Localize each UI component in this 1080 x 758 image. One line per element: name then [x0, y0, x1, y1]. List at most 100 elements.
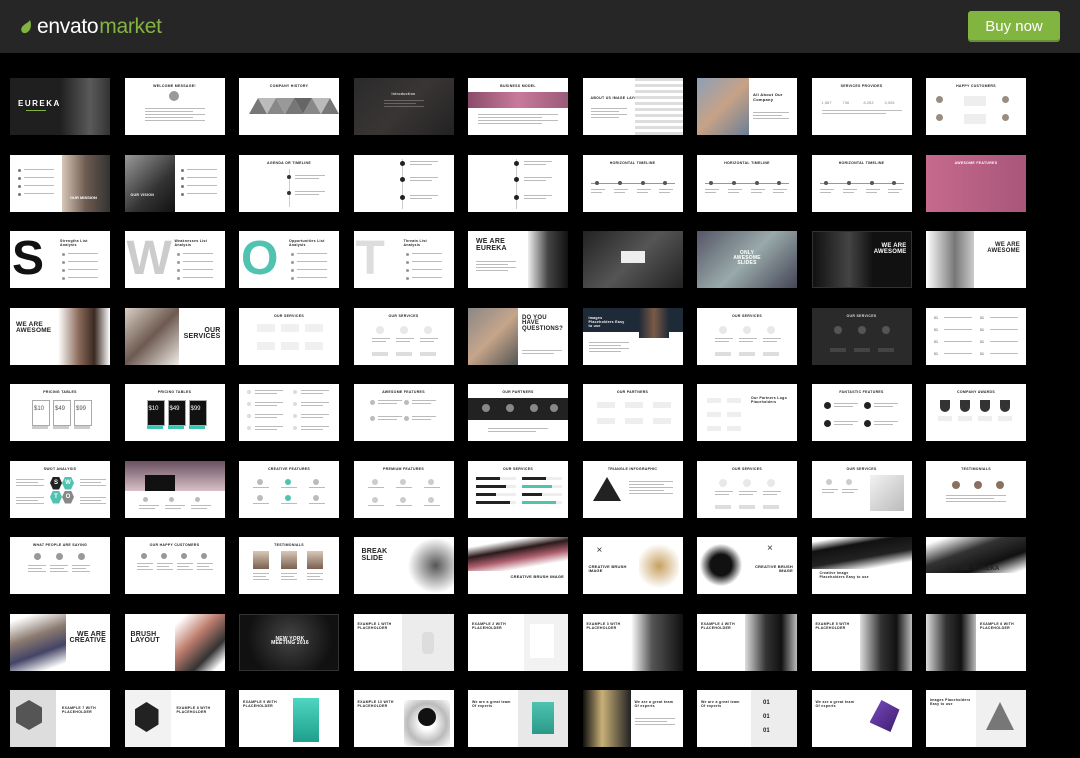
slide-thumbnail[interactable]: W Weaknesses List Analysis: [124, 231, 225, 288]
timeline-node: [399, 194, 405, 200]
slide-thumbnail[interactable]: PREMIUM FEATURES: [353, 460, 454, 518]
slide-thumbnail[interactable]: OUR SERVICES: [353, 307, 454, 365]
slide-thumbnail[interactable]: We are a great team Of experts 01 01 01: [697, 690, 797, 747]
slide-thumbnail[interactable]: PRICING TABLES $10 $49 $99: [10, 384, 110, 441]
service-button: [853, 347, 870, 352]
slide-thumbnail[interactable]: We are a great team Of experts: [582, 690, 683, 747]
slide-thumbnail[interactable]: EXAMPLE 6 WITH PLACEHOLDER: [926, 613, 1026, 671]
slide-thumbnail[interactable]: [124, 460, 225, 518]
slide-thumbnail[interactable]: BUSINESS MODEL: [468, 78, 568, 135]
slide-thumbnail[interactable]: EXAMPLE 8 WITH PLACEHOLDER: [124, 690, 225, 747]
slide-thumbnail[interactable]: ONLY AWESOME SLIDES: [697, 231, 797, 288]
slide-thumbnail[interactable]: COMPANY AWARDS: [926, 384, 1026, 441]
slide-thumbnail[interactable]: AGENDA OR TIMELINE: [239, 154, 339, 212]
text-line: [590, 114, 627, 115]
slide-thumbnail[interactable]: WE ARE EUREKA: [468, 231, 568, 288]
slide-thumbnail[interactable]: EXAMPLE 2 WITH PLACEHOLDER: [468, 613, 568, 671]
slide-thumbnail[interactable]: EXAMPLE 1 WITH PLACEHOLDER: [353, 613, 454, 671]
slide-thumbnail[interactable]: WELCOME MESSAGE!: [124, 78, 225, 135]
slide-thumbnail[interactable]: × CREATIVE BRUSH IMAGE: [697, 537, 797, 594]
slide-thumbnail[interactable]: EXAMPLE 7 WITH PLACEHOLDER: [10, 690, 110, 747]
slide-thumbnail[interactable]: [239, 384, 339, 441]
slide-thumbnail[interactable]: 01 01 01 01 01 01 01 01: [926, 307, 1026, 365]
slide-thumbnail[interactable]: PRICING TABLES $10 $49 $99: [124, 384, 225, 441]
avatar: [952, 480, 960, 489]
slide-thumbnail[interactable]: WE ARE AWESOME: [926, 231, 1026, 288]
list-icon: [247, 414, 251, 418]
slide-thumbnail[interactable]: WE ARE AWESOME: [811, 231, 912, 288]
slide-thumbnail[interactable]: OUR SERVICES: [124, 307, 225, 365]
text-line: [842, 188, 857, 190]
slide-thumbnail[interactable]: FANTASTIC FEATURES: [811, 384, 912, 441]
slide-thumbnail[interactable]: NEW YORK MEETING 2016: [239, 613, 339, 671]
slide-thumbnail[interactable]: OUR VISION: [124, 154, 225, 212]
slide-thumbnail[interactable]: S Strengths List Analysis: [10, 231, 110, 288]
slide-thumbnail[interactable]: COMPANY HISTORY: [239, 78, 339, 135]
bullet: [18, 176, 21, 180]
slide-thumbnail[interactable]: HORIZONTAL TIMELINE: [582, 154, 683, 212]
slide-thumbnail[interactable]: Images Placeholders Easy to use: [926, 690, 1026, 747]
slide-thumbnail[interactable]: TESTIMONIALS: [926, 460, 1026, 518]
slide-thumbnail[interactable]: DO YOU HAVE QUESTIONS?: [468, 307, 568, 365]
slide-thumbnail[interactable]: CREATIVE BRUSH IMAGE: [468, 537, 568, 594]
text-lines: [367, 504, 384, 508]
slide-thumbnail[interactable]: [582, 231, 683, 288]
slide-thumbnail[interactable]: O Opportunities List Analysis: [239, 231, 339, 288]
slide-thumbnail[interactable]: EXAMPLE 4 WITH PLACEHOLDER: [697, 613, 797, 671]
slide-thumbnail[interactable]: × CREATIVE BRUSH IMAGE: [582, 537, 683, 594]
slide-thumbnail[interactable]: Our Partners Logo Placeholders: [697, 384, 797, 441]
service-icon: [845, 478, 852, 485]
buy-now-button[interactable]: Buy now: [968, 11, 1060, 42]
slide-thumbnail[interactable]: Introduction: [353, 78, 454, 135]
slide-thumbnail[interactable]: OUR HAPPY CUSTOMERS: [124, 537, 225, 594]
slide-thumbnail[interactable]: TRIANGLE INFOGRAPHIC: [582, 460, 683, 518]
slide-thumbnail[interactable]: EXAMPLE 5 WITH PLACEHOLDER: [811, 613, 912, 671]
slide-thumbnail[interactable]: OUR SERVICES: [811, 307, 912, 365]
slide-thumbnail[interactable]: OUR SERVICES: [468, 460, 568, 518]
slide-title: PRICING TABLES: [43, 390, 77, 394]
slide-thumbnail[interactable]: OUR SERVICES: [697, 307, 797, 365]
slide-thumbnail[interactable]: SWOT ANALYSIS S W O T: [10, 460, 110, 518]
feature-icon: [863, 402, 871, 409]
slide-thumbnail[interactable]: OUR SERVICES: [811, 460, 912, 518]
slide-thumbnail[interactable]: AWESOME FEATURES: [926, 154, 1026, 212]
slide-thumbnail[interactable]: [468, 154, 568, 212]
slide-thumbnail[interactable]: EUREKA: [10, 78, 110, 135]
slide-thumbnail[interactable]: ABOUT US IMAGE LAYOUT: [582, 78, 683, 135]
slide-thumbnail[interactable]: OUR PARTNERS: [468, 384, 568, 441]
envato-market-logo[interactable]: envato market: [20, 13, 162, 41]
slide-thumbnail[interactable]: WE ARE EUREKA: [926, 537, 1026, 594]
slide-thumbnail[interactable]: [353, 154, 454, 212]
list-number: 01: [980, 327, 984, 332]
slide-thumbnail[interactable]: WE ARE AWESOME: [10, 307, 110, 365]
slide-thumbnail[interactable]: We are a great team Of experts: [468, 690, 568, 747]
slide-thumbnail[interactable]: OUR PARTNERS: [582, 384, 683, 441]
slide-thumbnail[interactable]: AWESOME FEATURES: [353, 384, 454, 441]
slide-thumbnail[interactable]: HORIZONTAL TIMELINE: [811, 154, 912, 212]
slide-thumbnail[interactable]: HAPPY CUSTOMERS: [926, 78, 1026, 135]
slide-thumbnail[interactable]: T Threats List Analysis: [353, 231, 454, 288]
slide-thumbnail[interactable]: HORIZONTAL TIMELINE: [697, 154, 797, 212]
slide-thumbnail[interactable]: Creative Image Placeholders Easy to use: [811, 537, 912, 594]
silhouette: [144, 474, 175, 491]
slide-thumbnail[interactable]: EXAMPLE 9 WITH PLACEHOLDER: [239, 690, 339, 747]
slide-thumbnail[interactable]: Images Placeholders Easy to use: [582, 307, 683, 365]
slide-thumbnail[interactable]: CREATIVE FEATURES: [239, 460, 339, 518]
slide-title: All About Our Company: [753, 92, 783, 102]
slide-thumbnail[interactable]: OUR SERVICES: [239, 307, 339, 365]
slide-thumbnail[interactable]: OUR MISSION: [10, 154, 110, 212]
slide-thumbnail[interactable]: BREAK SLIDE: [353, 537, 454, 594]
text-line: [409, 197, 432, 199]
slide-thumbnail[interactable]: EXAMPLE 3 WITH PLACEHOLDER: [582, 613, 683, 671]
text-line: [16, 484, 44, 486]
slide-thumbnail[interactable]: WE ARE CREATIVE: [10, 613, 110, 671]
text-lines: [419, 337, 438, 344]
slide-thumbnail[interactable]: WHAT PEOPLE ARE SAYING: [10, 537, 110, 594]
slide-thumbnail[interactable]: BRUSH LAYOUT: [124, 613, 225, 671]
slide-thumbnail[interactable]: EXAMPLE 10 WITH PLACEHOLDER: [353, 690, 454, 747]
slide-thumbnail[interactable]: We are a great team Of experts: [811, 690, 912, 747]
slide-thumbnail[interactable]: OUR SERVICES: [697, 460, 797, 518]
slide-thumbnail[interactable]: SERVICES PROVIDES 1,567 736 8,263 3,926: [811, 78, 912, 135]
slide-thumbnail[interactable]: TESTIMONIALS: [239, 537, 339, 594]
slide-thumbnail[interactable]: All About Our Company: [697, 78, 797, 135]
